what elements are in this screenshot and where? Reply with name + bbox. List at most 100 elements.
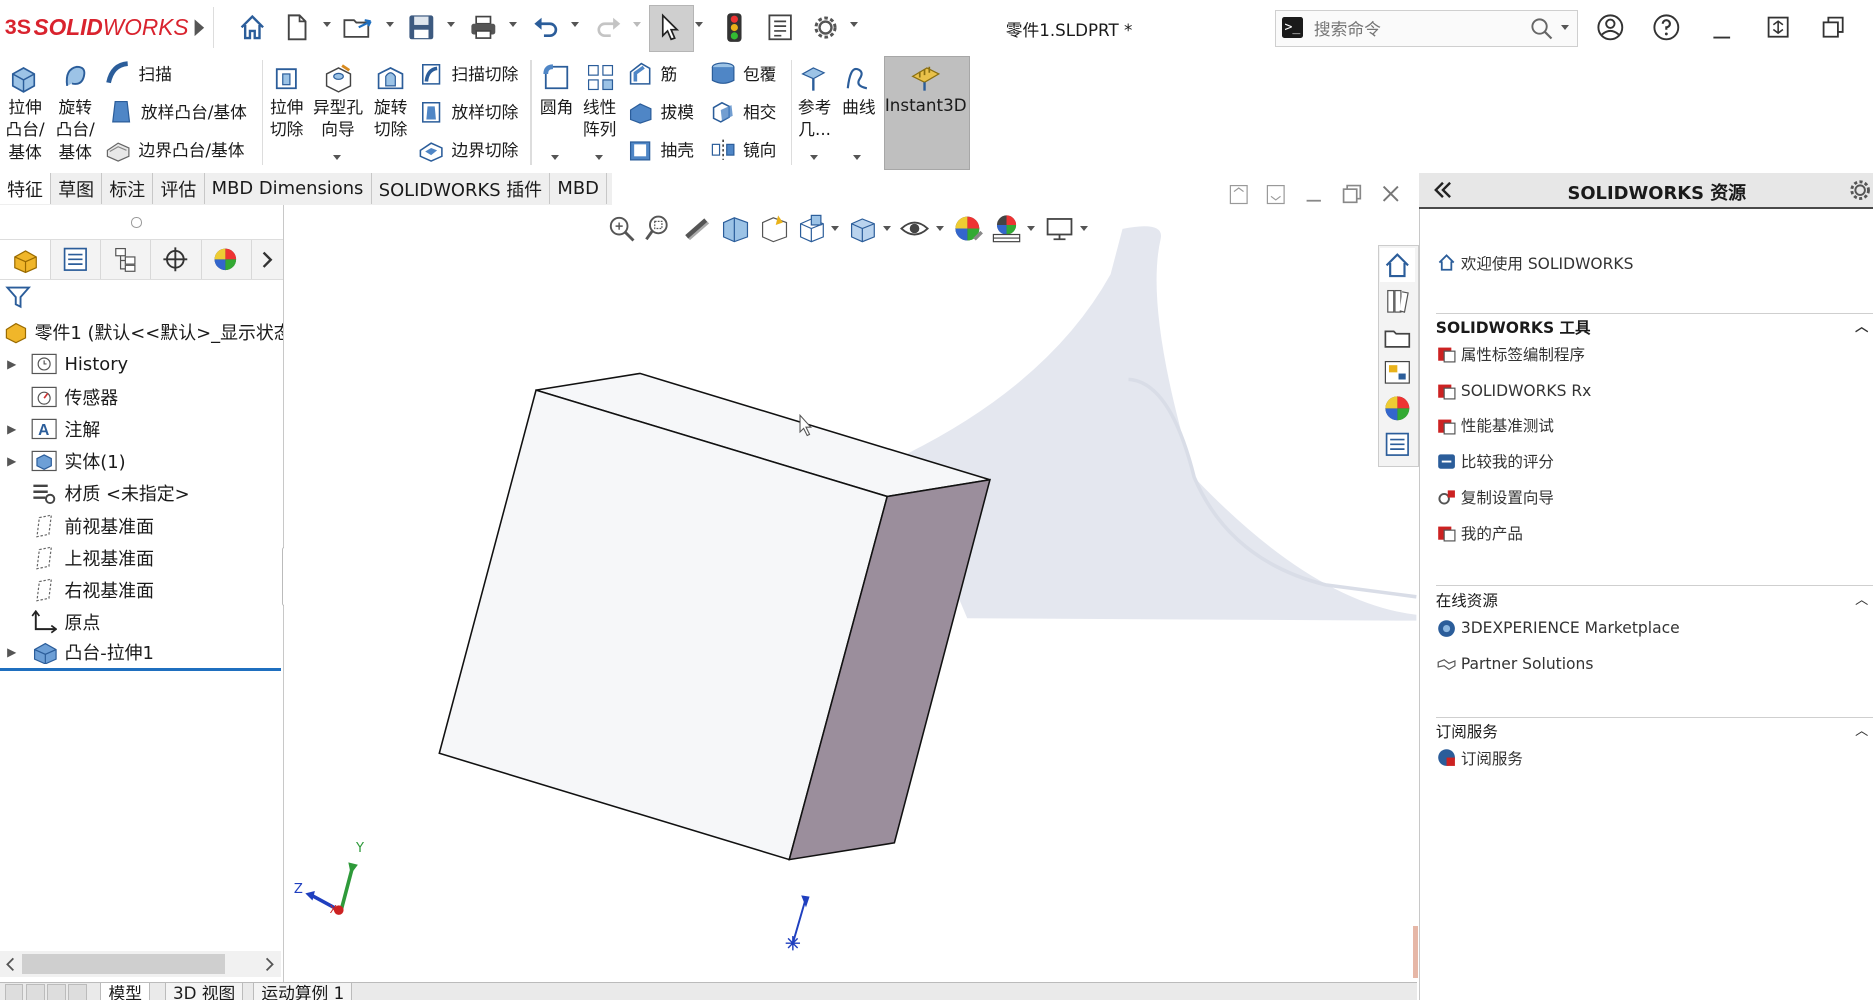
tab-features[interactable]: 特征 — [0, 173, 52, 205]
linear-pattern-dropdown-caret[interactable] — [594, 155, 603, 161]
print-icon[interactable] — [466, 10, 502, 46]
fillet-button[interactable]: 圆角 — [535, 96, 578, 119]
online-resources-header[interactable]: 在线资源 ︿ — [1435, 585, 1873, 610]
revolve-boss-button[interactable]: 旋转 凸台/ 基体 — [53, 96, 98, 164]
view-palette-tab-icon[interactable] — [1380, 356, 1416, 389]
apply-scene-icon[interactable] — [991, 213, 1022, 248]
tree-item-annotations[interactable]: ▶ A 注解 — [0, 413, 283, 444]
first-tab-icon[interactable] — [4, 984, 24, 1000]
tree-item-material[interactable]: 材质 <未指定> — [0, 478, 283, 509]
display-manager-tab[interactable] — [201, 239, 252, 280]
scroll-right-icon[interactable] — [263, 956, 275, 977]
tab-sketch[interactable]: 草图 — [51, 173, 103, 205]
tree-item-origin[interactable]: 原点 — [0, 607, 283, 638]
options-dropdown-caret[interactable] — [850, 21, 859, 27]
extrude-cut-icon[interactable] — [272, 62, 301, 97]
save-dropdown-caret[interactable] — [446, 21, 455, 27]
display-style-caret[interactable] — [882, 225, 891, 231]
new-document-icon[interactable] — [280, 10, 316, 46]
minimize-icon[interactable] — [1711, 26, 1733, 46]
tree-item-right-plane[interactable]: 右视基准面 — [0, 575, 283, 606]
extrude-boss-icon[interactable] — [8, 62, 39, 97]
loft-boss-button[interactable]: 放样凸台/基体 — [108, 98, 247, 124]
intersect-button[interactable]: 相交 — [710, 98, 776, 124]
online-item[interactable]: Partner Solutions — [1437, 655, 1593, 674]
tree-item-top-plane[interactable]: 上视基准面 — [0, 542, 283, 573]
search-icon[interactable] — [1530, 17, 1554, 45]
curves-dropdown-caret[interactable] — [852, 155, 861, 161]
hole-wizard-dropdown-caret[interactable] — [333, 155, 342, 161]
search-dropdown-caret[interactable] — [1561, 25, 1570, 31]
extrude-boss-button[interactable]: 拉伸 凸台/ 基体 — [2, 96, 47, 164]
tool-item[interactable]: 我的产品 — [1437, 522, 1523, 544]
zoom-to-fit-icon[interactable] — [606, 213, 637, 248]
save-icon[interactable] — [404, 10, 440, 46]
tree-item-boss-extrude1[interactable]: ▶ 凸台-拉伸1 — [0, 637, 283, 668]
tab-3d-views[interactable]: 3D 视图 — [164, 981, 244, 1000]
tab-evaluate[interactable]: 评估 — [153, 173, 205, 205]
last-tab-icon[interactable] — [68, 984, 87, 1000]
extrude-cut-button[interactable]: 拉伸 切除 — [264, 96, 309, 141]
subscription-item[interactable]: 订阅服务 — [1437, 747, 1523, 769]
section-collapse-icon[interactable]: ︿ — [1855, 316, 1868, 335]
undo-dropdown-caret[interactable] — [570, 21, 579, 27]
dimxpert-manager-tab[interactable] — [151, 239, 202, 280]
options-gear-icon[interactable] — [807, 10, 843, 46]
tab-mbd[interactable]: MBD — [550, 173, 608, 205]
redo-icon[interactable] — [590, 10, 626, 46]
tree-item-solid-bodies[interactable]: ▶ 实体(1) — [0, 446, 283, 477]
design-library-tab-icon[interactable] — [1380, 284, 1416, 317]
apply-scene-caret[interactable] — [1027, 225, 1036, 231]
hide-show-items-icon[interactable] — [899, 213, 930, 248]
fillet-dropdown-caret[interactable] — [550, 155, 559, 161]
sweep-button[interactable]: 扫描 — [105, 60, 172, 86]
dynamic-annotation-icon[interactable] — [759, 213, 790, 248]
prev-tab-icon[interactable] — [25, 984, 45, 1000]
next-tab-icon[interactable] — [46, 984, 66, 1000]
wrap-button[interactable]: 包覆 — [710, 60, 776, 86]
boundary-cut-button[interactable]: 边界切除 — [418, 136, 518, 163]
search-input[interactable] — [1311, 13, 1520, 45]
revolve-cut-button[interactable]: 旋转 切除 — [368, 96, 413, 141]
tool-item[interactable]: SOLIDWORKS Rx — [1437, 381, 1591, 400]
section-view-icon[interactable] — [720, 213, 751, 248]
boundary-boss-button[interactable]: 边界凸台/基体 — [105, 136, 244, 162]
tree-item-history[interactable]: ▶ History — [0, 349, 283, 380]
tree-item-front-plane[interactable]: 前视基准面 — [0, 510, 283, 541]
undo-icon[interactable] — [528, 10, 564, 46]
reference-geometry-button[interactable]: 参考 几... — [793, 96, 836, 141]
tab-markup[interactable]: 标注 — [102, 173, 154, 205]
more-tabs-icon[interactable] — [251, 240, 283, 279]
mirror-button[interactable]: 镜向 — [710, 136, 776, 162]
reference-geometry-dropdown-caret[interactable] — [809, 155, 818, 161]
tree-root-part[interactable]: 零件1 (默认<<默认>_显示状态 — [0, 317, 283, 348]
select-dropdown-caret[interactable] — [695, 21, 704, 27]
account-icon[interactable] — [1596, 13, 1625, 46]
expand-arrow-icon[interactable]: ▶ — [7, 645, 19, 659]
tool-item[interactable]: 性能基准测试 — [1437, 414, 1554, 436]
curves-button[interactable]: 曲线 — [837, 96, 880, 119]
view-orientation-caret[interactable] — [831, 225, 840, 231]
open-dropdown-caret[interactable] — [385, 21, 394, 27]
rib-button[interactable]: 筋 — [627, 60, 677, 86]
scroll-left-icon[interactable] — [5, 956, 17, 977]
expand-arrow-icon[interactable]: ▶ — [7, 422, 19, 436]
new-dropdown-caret[interactable] — [322, 21, 331, 27]
property-manager-tab[interactable] — [50, 239, 102, 280]
welcome-link[interactable]: 欢迎使用 SOLIDWORKS — [1437, 252, 1633, 274]
display-style-icon[interactable] — [848, 213, 879, 248]
subscription-header[interactable]: 订阅服务 ︿ — [1435, 716, 1873, 742]
shell-button[interactable]: 抽壳 — [627, 136, 694, 162]
edit-appearance-icon[interactable] — [953, 213, 984, 248]
doc-close-icon[interactable] — [1380, 183, 1402, 209]
collapse-pane-icon[interactable] — [1431, 178, 1455, 206]
solidworks-logo[interactable]: 3S SOLID WORKS — [5, 12, 189, 43]
doc-minimize-icon[interactable] — [1303, 184, 1325, 210]
select-cursor-icon[interactable] — [652, 10, 688, 46]
tab-motion-study[interactable]: 运动算例 1 — [253, 981, 353, 1000]
view-settings-icon[interactable] — [1044, 213, 1075, 248]
lofted-cut-button[interactable]: 放样切除 — [418, 98, 518, 124]
tool-item[interactable]: 属性标签编制程序 — [1437, 343, 1585, 365]
filter-icon[interactable] — [5, 284, 31, 314]
maximize-icon[interactable] — [1820, 14, 1846, 44]
